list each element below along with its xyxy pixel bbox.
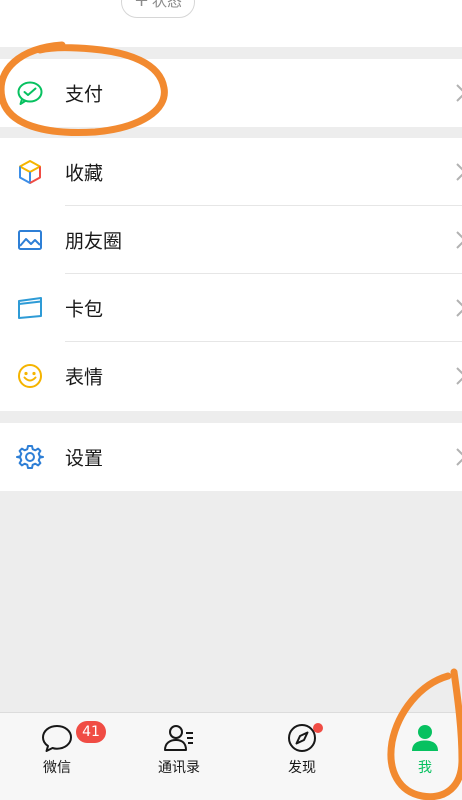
menu-item-label: 卡包: [65, 298, 104, 321]
chevron-right-icon: [456, 299, 462, 317]
chevron-right-icon: [456, 448, 462, 466]
unread-count-badge: 41: [76, 721, 106, 743]
tab-chats[interactable]: 41 微信: [12, 713, 106, 800]
menu-item-label: 收藏: [65, 162, 104, 185]
menu-item-moments[interactable]: 朋友圈: [0, 206, 462, 274]
chat-bubble-icon: [42, 725, 72, 752]
tab-label: 我: [418, 760, 432, 776]
menu-item-favorites[interactable]: 收藏: [0, 138, 462, 206]
features-group: 收藏 朋友圈 卡包 表情: [0, 138, 462, 411]
menu-item-label: 支付: [65, 83, 104, 106]
settings-group: 设置: [0, 423, 462, 491]
tab-label: 通讯录: [158, 760, 200, 776]
menu-item-card-wallet[interactable]: 卡包: [0, 274, 462, 342]
tab-me[interactable]: 我: [380, 713, 462, 800]
status-label: 状态: [152, 0, 183, 10]
menu-item-label: 朋友圈: [65, 230, 123, 253]
person-icon: [412, 725, 438, 751]
gear-icon: [16, 445, 44, 469]
pay-group: 支付: [0, 59, 462, 127]
favorites-cube-icon: [19, 160, 41, 184]
menu-item-settings[interactable]: 设置: [0, 423, 462, 491]
card-wallet-icon: [18, 297, 42, 319]
bottom-tab-bar: 41 微信 通讯录 发现 我: [0, 712, 462, 800]
tab-label: 微信: [43, 760, 71, 776]
menu-item-label: 设置: [65, 447, 104, 470]
chevron-right-icon: [456, 367, 462, 385]
menu-item-pay[interactable]: 支付: [0, 59, 462, 127]
menu-item-label: 表情: [65, 366, 104, 389]
tab-contacts[interactable]: 通讯录: [134, 713, 224, 800]
moments-picture-icon: [18, 230, 42, 250]
sticker-smile-icon: [18, 364, 42, 388]
tab-discover[interactable]: 发现: [257, 713, 347, 800]
menu-item-stickers[interactable]: 表情: [0, 342, 462, 410]
contacts-icon: [164, 725, 193, 751]
tab-label: 发现: [288, 760, 316, 776]
plus-icon: +: [133, 0, 150, 11]
chevron-right-icon: [456, 84, 462, 102]
profile-card: + 状态: [0, 0, 462, 47]
add-status-button[interactable]: + 状态: [121, 0, 195, 18]
wechat-pay-icon: [17, 81, 43, 105]
chevron-right-icon: [456, 231, 462, 249]
chevron-right-icon: [456, 163, 462, 181]
notification-dot: [313, 723, 323, 733]
